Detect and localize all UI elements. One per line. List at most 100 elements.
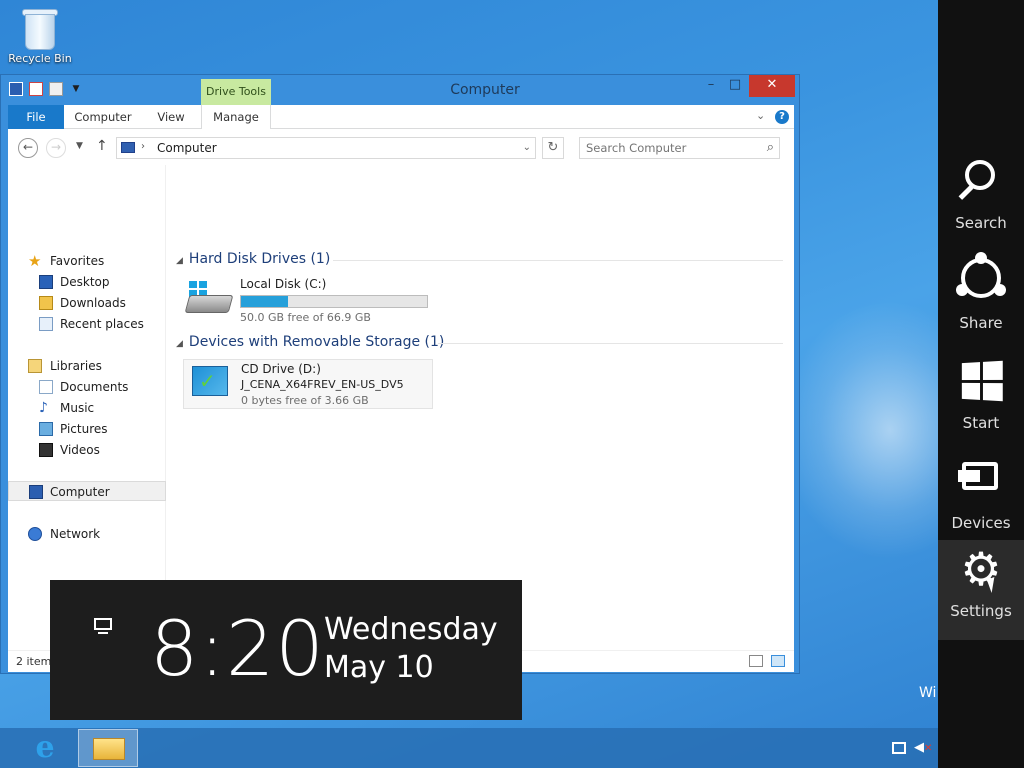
refresh-button[interactable]: ↻ [542,137,564,159]
downloads-icon [39,296,53,310]
windows-logo-icon [961,360,1003,402]
charm-label: Settings [950,602,1012,620]
search-input[interactable] [586,141,756,155]
group-title: Devices with Removable Storage (1) [188,334,445,350]
nav-label: Libraries [50,359,102,373]
charm-start[interactable]: Start [938,352,1024,452]
charm-settings[interactable]: ⚙ Settings [938,540,1024,640]
nav-label: Pictures [60,422,108,436]
clock-time: 8:20 [150,604,325,693]
nav-item-downloads[interactable]: Downloads [8,293,166,313]
videos-icon [39,443,53,457]
drive-usage-bar [240,295,428,308]
nav-item-documents[interactable]: Documents [8,377,166,397]
close-button[interactable]: ✕ [749,75,795,97]
nav-item-videos[interactable]: Videos [8,440,166,460]
nav-label: Network [50,527,101,541]
nav-item-libraries[interactable]: Libraries [8,356,166,376]
charms-bar: Search Share Start Devices ⚙ Settings [938,0,1024,768]
drive-name: Local Disk (C:) [240,277,327,291]
charm-label: Start [962,414,1000,432]
maximize-button[interactable]: □ [723,75,747,97]
drive-local-disk-c[interactable]: Local Disk (C:) 50.0 GB free of 66.9 GB [183,277,443,324]
ribbon-tabs: File Computer View Manage ⌄ ? [8,105,794,129]
collapse-chevron-icon: ◢ [176,256,183,266]
content-area: ★ Favorites Desktop Downloads Recent pla… [8,165,794,650]
charm-label: Search [955,214,1007,232]
group-header-hard-disk-drives[interactable]: ◢ Hard Disk Drives (1) [176,251,330,267]
folder-icon [93,738,125,760]
group-divider [333,260,783,261]
nav-label: Desktop [60,275,110,289]
nav-item-network[interactable]: Network [8,524,166,544]
charm-label: Devices [951,514,1011,532]
drive-usage-fill [241,296,288,307]
recent-places-icon [39,317,53,331]
tab-computer[interactable]: Computer [70,105,136,129]
charm-devices[interactable]: Devices [938,452,1024,552]
navigation-pane: ★ Favorites Desktop Downloads Recent pla… [8,165,166,650]
nav-item-pictures[interactable]: Pictures [8,419,166,439]
nav-item-music[interactable]: ♪ Music [8,398,166,418]
drive-cd-d[interactable]: ✓ CD Drive (D:) J_CENA_X64FREV_EN-US_DV5… [183,359,433,409]
minimize-button[interactable]: – [699,75,723,97]
nav-label: Downloads [60,296,126,310]
nav-item-computer[interactable]: Computer [8,481,166,501]
ie-icon[interactable]: e [26,731,64,765]
expand-ribbon-icon[interactable]: ⌄ [756,109,765,122]
charm-search[interactable]: Search [938,152,1024,252]
address-path: Computer [157,141,217,155]
nav-label: Computer [50,485,110,499]
hard-drive-icon [184,281,234,315]
documents-icon [39,380,53,394]
recycle-bin-label: Recycle Bin [8,52,72,65]
details-view-icon[interactable] [749,655,763,667]
file-explorer-taskbar-button[interactable] [78,729,138,767]
network-icon [28,527,42,541]
tab-view[interactable]: View [146,105,196,129]
search-box[interactable]: ⌕ [579,137,780,159]
large-icons-view-icon[interactable] [771,655,785,667]
forward-button[interactable]: → [46,138,66,158]
title-bar[interactable]: ▼ Drive Tools Computer – □ ✕ [1,75,799,105]
address-bar[interactable]: › Computer ⌄ [116,137,536,159]
drive-volume-label: J_CENA_X64FREV_EN-US_DV5 [241,378,404,391]
address-dropdown-icon[interactable]: ⌄ [523,142,531,153]
charm-share[interactable]: Share [938,252,1024,352]
group-divider [438,343,783,344]
pictures-icon [39,422,53,436]
nav-item-desktop[interactable]: Desktop [8,272,166,292]
up-button[interactable]: ↑ [96,138,108,154]
search-icon: ⌕ [766,140,774,155]
watermark-text: Wi [919,685,937,701]
cd-drive-icon: ✓ [192,366,228,396]
group-header-removable-storage[interactable]: ◢ Devices with Removable Storage (1) [176,334,444,350]
breadcrumb-chevron-icon[interactable]: › [141,141,145,152]
drive-free-space: 0 bytes free of 3.66 GB [241,394,369,407]
window-title: Computer [450,82,520,98]
nav-label: Favorites [50,254,105,268]
nav-item-favorites[interactable]: ★ Favorites [8,251,166,271]
clock-day: Wednesday [324,612,498,647]
recycle-bin-desktop-icon[interactable]: Recycle Bin [6,6,74,65]
nav-item-recent-places[interactable]: Recent places [8,314,166,334]
network-status-icon [90,618,112,638]
taskbar: e [0,728,938,768]
back-button[interactable]: ← [18,138,38,158]
computer-icon [121,142,135,153]
tab-file[interactable]: File [8,105,64,129]
volume-muted-icon[interactable]: ◀✕ [914,740,932,755]
star-icon: ★ [28,252,42,270]
nav-label: Music [60,401,95,415]
recent-locations-dropdown[interactable]: ▼ [76,141,83,151]
nav-label: Recent places [60,317,144,331]
network-tray-icon[interactable] [892,742,906,754]
drive-name: CD Drive (D:) [241,362,321,376]
clock-date: May 10 [324,650,434,685]
help-icon[interactable]: ? [775,110,789,124]
libraries-icon [28,359,42,373]
computer-icon [29,485,43,499]
group-title: Hard Disk Drives (1) [188,251,331,267]
music-icon: ♪ [39,400,48,416]
tab-manage[interactable]: Manage [201,105,271,129]
